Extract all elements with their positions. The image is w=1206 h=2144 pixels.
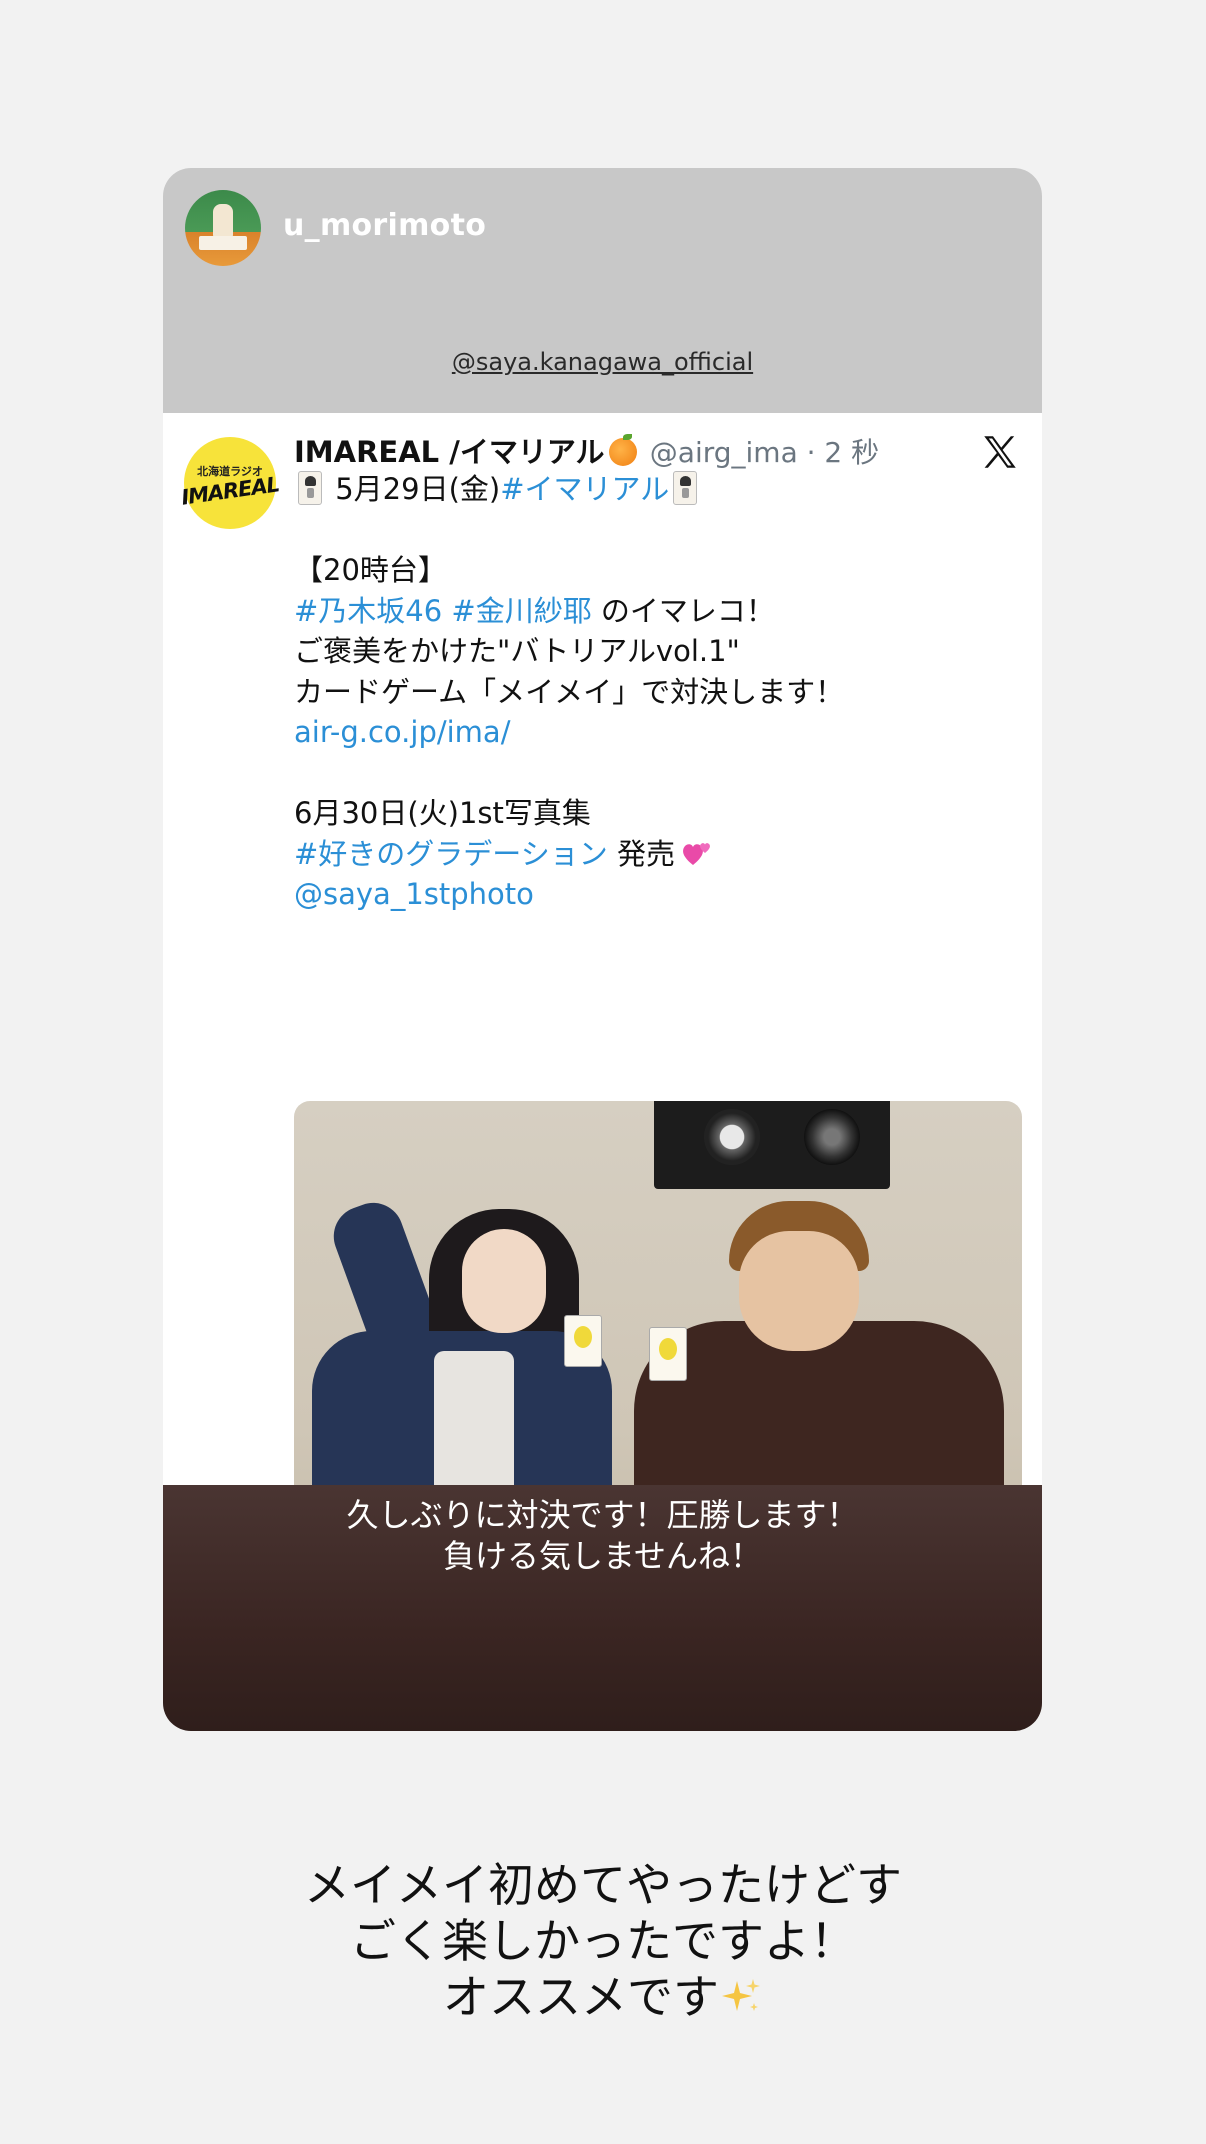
mention-sticker[interactable]: @saya.kanagawa_official xyxy=(163,348,1042,376)
bottom-line-3-text: オススメです xyxy=(443,1970,719,2024)
tweet-line-8: #好きのグラデーション 発売 xyxy=(294,834,1014,875)
joker-card-icon xyxy=(673,471,698,505)
photo-person-left-face xyxy=(462,1229,546,1333)
story-caption-area: 久しぶりに対決です！圧勝します！ 負ける気しませんね！ xyxy=(163,1485,1042,1731)
tweet-line-1: 5月29日(金)#イマリアル xyxy=(294,469,1014,510)
caption-line-2: 負ける気しませんね！ xyxy=(442,1537,763,1575)
tweet-line-4: ご褒美をかけた"バトリアルvol.1" xyxy=(294,634,740,668)
tweet-line-8-text: 発売 xyxy=(607,836,675,871)
tweet-embed[interactable]: 北海道ラジオ IMAREAL IMAREAL /イマリアル @airg_ima … xyxy=(163,413,1042,1647)
revolving-hearts-icon xyxy=(683,842,710,865)
tweet-date-text: 5月29日(金) xyxy=(326,472,501,506)
photo-card-left xyxy=(564,1315,602,1367)
tweet-line-7: 6月30日(火)1st写真集 xyxy=(294,796,591,830)
story-caption: 久しぶりに対決です！圧勝します！ 負ける気しませんね！ xyxy=(163,1495,1042,1577)
story-username[interactable]: u_morimoto xyxy=(283,208,486,243)
caption-line-1: 久しぶりに対決です！圧勝します！ xyxy=(346,1496,859,1534)
tweet-author-avatar: 北海道ラジオ IMAREAL xyxy=(180,437,280,529)
photo-card-right xyxy=(649,1327,687,1381)
orange-emoji-icon xyxy=(608,434,637,466)
story-header: u_morimoto @saya.kanagawa_official xyxy=(163,168,1042,413)
mention-saya-1stphoto[interactable]: @saya_1stphoto xyxy=(294,874,1014,915)
bottom-line-3: オススメです xyxy=(0,1969,1206,2025)
joker-card-icon xyxy=(298,471,322,505)
avatar-logo: IMAREAL xyxy=(179,472,281,510)
bottom-comment: メイメイ初めてやったけどす ごく楽しかったですよ！ オススメです xyxy=(0,1857,1206,2025)
tweet-header: IMAREAL /イマリアル @airg_ima · 2 秒 xyxy=(294,429,894,471)
bottom-line-2: ごく楽しかったですよ！ xyxy=(350,1914,856,1968)
avatar-figure xyxy=(213,204,233,238)
tweet-line-3-text: のイマレコ！ xyxy=(591,593,775,628)
x-logo-icon xyxy=(984,436,1016,468)
tweet-body: 5月29日(金)#イマリアル 【20時台】 #乃木坂46 #金川紗耶 のイマレコ… xyxy=(294,469,1014,915)
tweet-line-2: 【20時台】 xyxy=(294,553,447,587)
tweet-handle-time: @airg_ima · 2 秒 xyxy=(649,436,880,469)
hashtag-imareal[interactable]: #イマリアル xyxy=(500,472,669,506)
tweet-link-url[interactable]: air-g.co.jp/ima/ xyxy=(294,712,1014,753)
photo-person-right-face xyxy=(739,1231,859,1351)
story-card: u_morimoto @saya.kanagawa_official 北海道ラジ… xyxy=(163,168,1042,1731)
tweet-line-3: #乃木坂46 #金川紗耶 のイマレコ！ xyxy=(294,591,1014,632)
hashtags-nogizaka-kanagawa[interactable]: #乃木坂46 #金川紗耶 xyxy=(294,594,592,628)
tweet-display-name: IMAREAL /イマリアル xyxy=(294,435,605,469)
avatar-desk xyxy=(199,236,247,250)
user-avatar[interactable] xyxy=(185,190,261,266)
hashtag-gradation[interactable]: #好きのグラデーション xyxy=(294,837,608,871)
sparkles-icon xyxy=(722,1979,760,2011)
tweet-line-5: カードゲーム「メイメイ」で対決します！ xyxy=(294,674,845,709)
bottom-line-1: メイメイ初めてやったけどす xyxy=(304,1858,902,1912)
studio-speaker xyxy=(654,1101,890,1189)
